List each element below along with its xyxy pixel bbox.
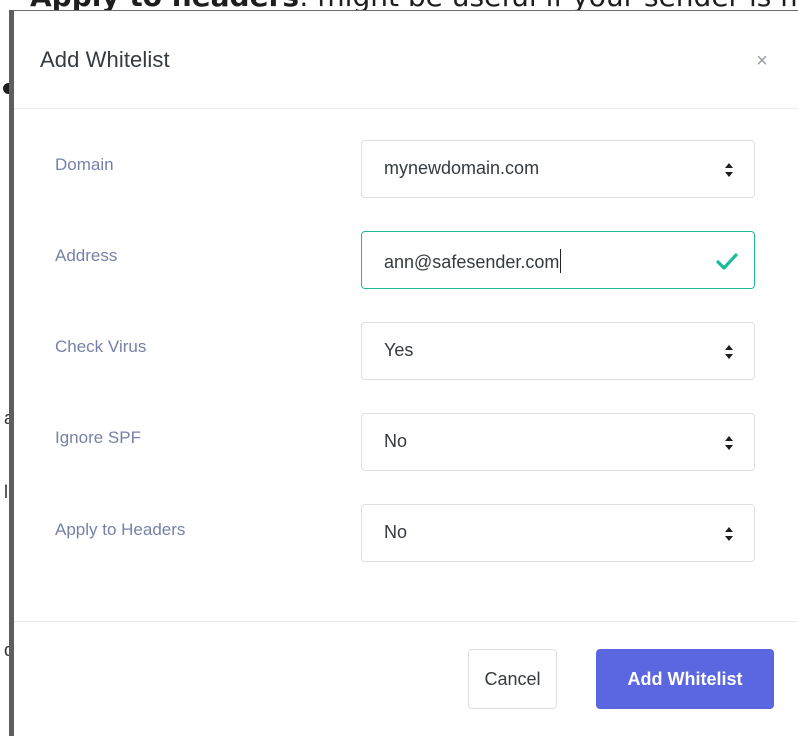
modal-title: Add Whitelist bbox=[40, 47, 170, 72]
check-virus-select[interactable]: Yes bbox=[361, 322, 755, 380]
ignore-spf-select[interactable]: No bbox=[361, 413, 755, 471]
address-input[interactable]: ann@safesender.com bbox=[361, 231, 755, 289]
address-label: Address bbox=[55, 246, 118, 265]
ignore-spf-label: Ignore SPF bbox=[55, 428, 141, 447]
modal-body: Domain mynewdomain.com Address ann@safes… bbox=[14, 109, 798, 622]
cancel-button[interactable]: Cancel bbox=[468, 649, 557, 709]
address-input-value: ann@safesender.com bbox=[384, 249, 562, 273]
text-cursor bbox=[560, 249, 562, 273]
updown-arrows-icon bbox=[725, 163, 733, 177]
check-icon bbox=[716, 253, 738, 270]
domain-select[interactable]: mynewdomain.com bbox=[361, 140, 755, 198]
updown-arrows-icon bbox=[725, 345, 733, 359]
background-fragment: l bbox=[4, 482, 8, 502]
modal-footer: Cancel Add Whitelist bbox=[14, 622, 798, 737]
check-virus-select-value: Yes bbox=[384, 340, 414, 360]
domain-label: Domain bbox=[55, 155, 114, 174]
updown-arrows-icon bbox=[725, 527, 733, 541]
apply-headers-select[interactable]: No bbox=[361, 504, 755, 562]
close-icon[interactable]: × bbox=[752, 51, 772, 71]
updown-arrows-icon bbox=[725, 436, 733, 450]
apply-headers-select-value: No bbox=[384, 522, 408, 542]
modal-header: Add Whitelist × bbox=[14, 11, 798, 109]
ignore-spf-select-value: No bbox=[384, 431, 408, 451]
apply-headers-label: Apply to Headers bbox=[55, 520, 186, 539]
add-whitelist-button[interactable]: Add Whitelist bbox=[596, 649, 774, 709]
add-whitelist-modal: Add Whitelist × Domain mynewdomain.com A… bbox=[9, 10, 798, 736]
address-input-text: ann@safesender.com bbox=[384, 252, 560, 272]
check-virus-label: Check Virus bbox=[55, 337, 147, 356]
domain-select-value: mynewdomain.com bbox=[384, 158, 540, 178]
